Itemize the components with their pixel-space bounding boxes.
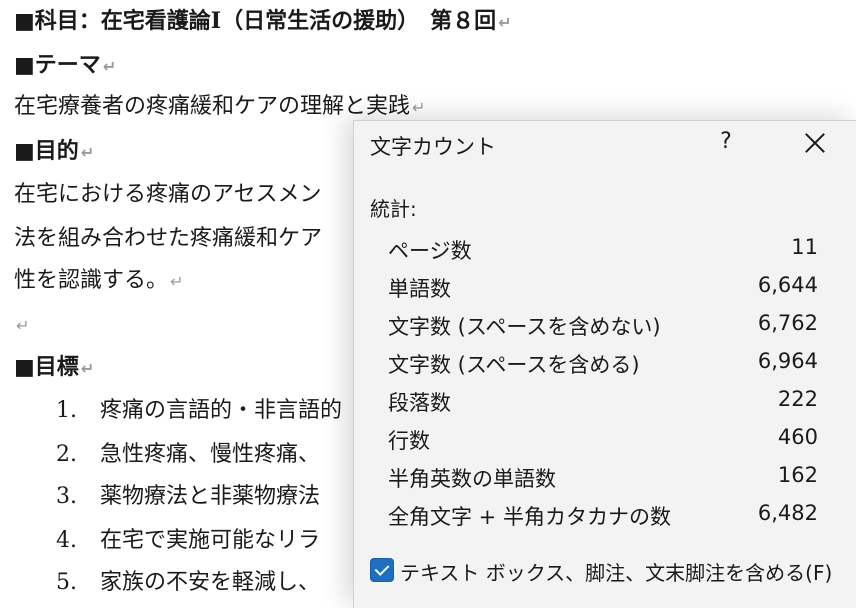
stat-label: 全角文字 + 半角カタカナの数 (388, 505, 671, 529)
stat-value: 6,762 (757, 311, 818, 335)
stat-value: 460 (777, 425, 818, 449)
stat-value: 11 (791, 235, 818, 259)
stat-label: 文字数 (スペースを含めない) (388, 315, 661, 339)
goal-item-3: 3. 薬物療法と非薬物療法 (56, 484, 321, 509)
statistics-label: 統計: (370, 197, 417, 221)
stat-row-chars-with-spaces: 文字数 (スペースを含める) 6,964 (388, 349, 818, 379)
theme-text: 在宅療養者の疼痛緩和ケアの理解と実践 ↵ (14, 94, 426, 119)
stat-value: 6,964 (757, 349, 818, 373)
stat-row-pages: ページ数 11 (388, 235, 818, 265)
stat-label: 単語数 (388, 277, 451, 301)
course-heading: ■科目：在宅看護論Ⅰ（日常生活の援助） 第８回 ↵ (14, 8, 512, 34)
theme-heading: ■テーマ ↵ (14, 52, 117, 78)
goal-item-2: 2. 急性疼痛、慢性疼痛、 (56, 442, 321, 467)
purpose-line-1: 在宅における疼痛のアセスメン (14, 182, 322, 207)
goal-item-1: 1. 疼痛の言語的・非言語的 (56, 398, 343, 423)
stat-label: 行数 (388, 429, 430, 453)
include-textboxes-checkbox[interactable] (370, 558, 394, 582)
stat-value: 6,644 (757, 273, 818, 297)
stat-label: ページ数 (388, 239, 472, 263)
help-button[interactable]: ? (714, 129, 738, 154)
stat-value: 222 (777, 387, 818, 411)
purpose-heading: ■目的 ↵ (14, 138, 95, 164)
stat-row-chars-no-spaces: 文字数 (スペースを含めない) 6,762 (388, 311, 818, 341)
stat-row-words: 単語数 6,644 (388, 273, 818, 303)
word-count-dialog: 文字カウント ? 統計: ページ数 11 単語数 6,644 文字数 (スペースを含… (353, 120, 856, 608)
stat-row-paragraphs: 段落数 222 (388, 387, 818, 417)
stat-row-lines: 行数 460 (388, 425, 818, 455)
stat-label: 文字数 (スペースを含める) (388, 353, 640, 377)
goals-heading: ■目標 ↵ (14, 354, 95, 380)
goal-item-4: 4. 在宅で実施可能なリラ (56, 528, 321, 553)
close-icon[interactable] (800, 127, 830, 157)
stat-row-fullwidth-chars: 全角文字 + 半角カタカナの数 6,482 (388, 501, 818, 531)
stat-row-halfwidth-words: 半角英数の単語数 162 (388, 463, 818, 493)
dialog-title: 文字カウント (370, 135, 496, 159)
stat-value: 6,482 (757, 501, 818, 525)
stat-label: 段落数 (388, 391, 451, 415)
purpose-line-2: 法を組み合わせた疼痛緩和ケア (14, 226, 323, 251)
purpose-line-3: 性を認識する。 ↵ (14, 268, 184, 293)
empty-paragraph: ↵ (16, 316, 30, 335)
include-textboxes-label[interactable]: テキスト ボックス、脚注、文末脚注を含める(F) (400, 557, 832, 586)
stat-value: 162 (777, 463, 818, 487)
goal-item-5: 5. 家族の不安を軽減し、 (56, 570, 321, 595)
stat-label: 半角英数の単語数 (388, 467, 556, 491)
